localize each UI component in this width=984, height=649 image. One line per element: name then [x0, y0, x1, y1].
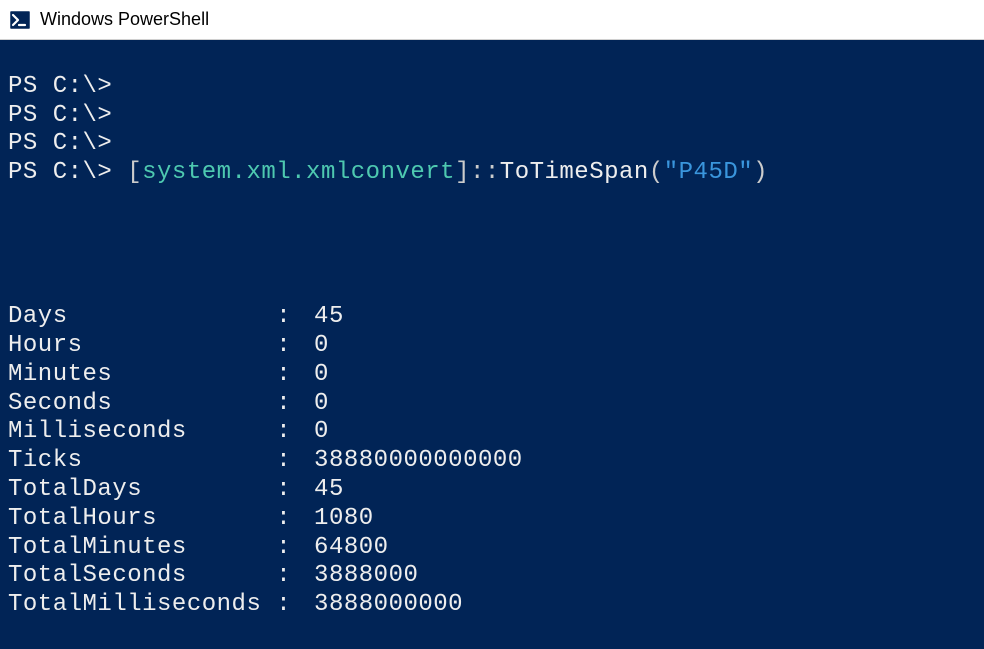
output-row: Milliseconds : 0 [8, 418, 976, 447]
output-row: TotalDays : 45 [8, 476, 976, 505]
output-row: TotalHours : 1080 [8, 505, 976, 534]
output-separator: : [276, 332, 291, 361]
command-method: ToTimeSpan [500, 159, 649, 186]
window-title-bar[interactable]: Windows PowerShell [0, 0, 984, 40]
output-value: 45 [299, 303, 344, 332]
blank-line [8, 246, 976, 275]
output-row: TotalSeconds : 3888000 [8, 562, 976, 591]
output-table: Days : 45Hours : 0Minutes : 0Seconds : 0… [8, 303, 976, 620]
command-paren-close: ) [753, 159, 768, 186]
output-separator: : [276, 505, 291, 534]
command-string-arg: "P45D" [664, 159, 753, 186]
command-paren-open: ( [649, 159, 664, 186]
terminal-output-area[interactable]: PS C:\> PS C:\> PS C:\> PS C:\> [system.… [0, 40, 984, 629]
output-key: TotalDays [8, 476, 276, 505]
output-separator: : [276, 390, 291, 419]
prompt-line: PS C:\> [8, 130, 112, 157]
output-key: TotalMinutes [8, 534, 276, 563]
prompt-line: PS C:\> [8, 159, 127, 186]
command-class: system.xml.xmlconvert [142, 159, 455, 186]
output-key: Days [8, 303, 276, 332]
command-bracket-close: ] [455, 159, 470, 186]
prompt-line: PS C:\> [8, 102, 112, 129]
output-key: Hours [8, 332, 276, 361]
output-row: Minutes : 0 [8, 361, 976, 390]
output-separator: : [276, 591, 291, 620]
window-title: Windows PowerShell [40, 9, 209, 30]
output-row: Ticks : 38880000000000 [8, 447, 976, 476]
output-value: 0 [299, 361, 329, 390]
output-value: 0 [299, 418, 329, 447]
output-value: 38880000000000 [299, 447, 523, 476]
powershell-icon [8, 8, 32, 32]
output-value: 0 [299, 332, 329, 361]
output-row: Hours : 0 [8, 332, 976, 361]
output-key: Ticks [8, 447, 276, 476]
output-key: TotalSeconds [8, 562, 276, 591]
blank-line [8, 188, 976, 217]
output-value: 3888000 [299, 562, 418, 591]
output-value: 1080 [299, 505, 374, 534]
output-key: Minutes [8, 361, 276, 390]
output-key: Seconds [8, 390, 276, 419]
output-row: TotalMinutes : 64800 [8, 534, 976, 563]
output-separator: : [276, 476, 291, 505]
output-row: Seconds : 0 [8, 390, 976, 419]
prompt-line: PS C:\> [8, 73, 112, 100]
output-value: 3888000000 [299, 591, 463, 620]
command-scope-operator: :: [470, 159, 500, 186]
output-separator: : [276, 303, 291, 332]
command-bracket-open: [ [127, 159, 142, 186]
output-row: Days : 45 [8, 303, 976, 332]
output-separator: : [276, 447, 291, 476]
output-row: TotalMilliseconds : 3888000000 [8, 591, 976, 620]
output-separator: : [276, 418, 291, 447]
output-separator: : [276, 361, 291, 390]
output-value: 45 [299, 476, 344, 505]
output-key: TotalHours [8, 505, 276, 534]
output-key: TotalMilliseconds [8, 591, 276, 620]
output-separator: : [276, 534, 291, 563]
output-value: 64800 [299, 534, 388, 563]
output-key: Milliseconds [8, 418, 276, 447]
output-value: 0 [299, 390, 329, 419]
output-separator: : [276, 562, 291, 591]
